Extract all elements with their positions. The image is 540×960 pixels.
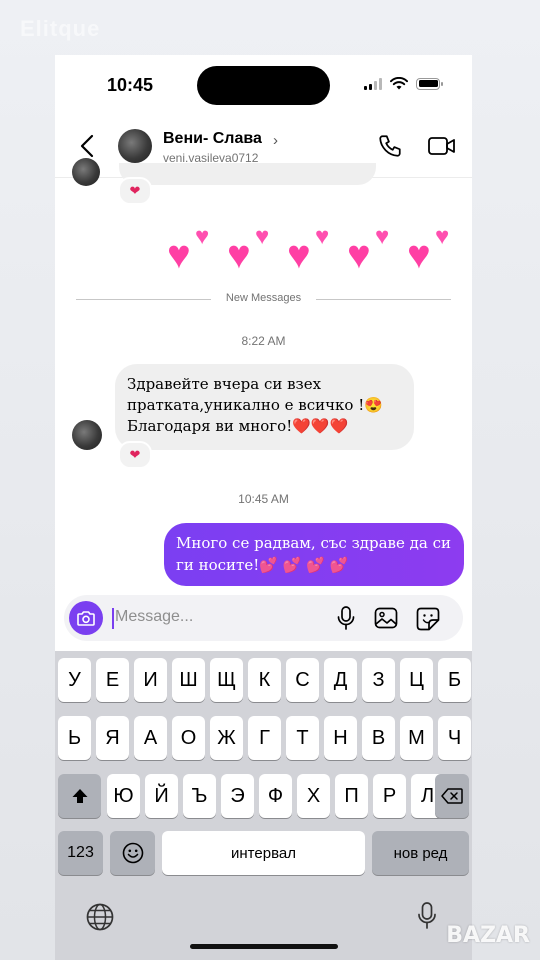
watermark-elitque: Elitque — [20, 16, 101, 41]
two-hearts-emoji: ♥ ♥ — [287, 223, 330, 277]
two-hearts-emoji: ♥ ♥ — [347, 223, 390, 277]
key-х[interactable]: Х — [297, 774, 330, 818]
key-н[interactable]: Н — [324, 716, 357, 760]
microphone-icon[interactable] — [336, 606, 356, 630]
home-indicator — [190, 944, 338, 949]
key-з[interactable]: З — [362, 658, 395, 702]
key-ю[interactable]: Ю — [107, 774, 140, 818]
key-я[interactable]: Я — [96, 716, 129, 760]
camera-button[interactable] — [69, 601, 103, 635]
key-а[interactable]: А — [134, 716, 167, 760]
wifi-icon — [390, 77, 408, 90]
sticker-icon[interactable] — [416, 607, 440, 631]
heart-reaction[interactable]: ❤ — [118, 177, 152, 205]
key-ь[interactable]: Ь — [58, 716, 91, 760]
incoming-message-bubble[interactable]: Здравейте вчера си взех пратката,уникалн… — [115, 364, 414, 450]
gallery-icon[interactable] — [374, 607, 398, 629]
key-ъ[interactable]: Ъ — [183, 774, 216, 818]
outgoing-message-bubble[interactable]: Много се радвам, със здраве да си ги нос… — [164, 523, 464, 586]
key-с[interactable]: С — [286, 658, 319, 702]
key-о[interactable]: О — [172, 716, 205, 760]
key-и[interactable]: И — [134, 658, 167, 702]
two-hearts-emoji: ♥ ♥ — [167, 223, 210, 277]
key-т[interactable]: Т — [286, 716, 319, 760]
key-р[interactable]: Р — [373, 774, 406, 818]
timestamp: 10:45 AM — [238, 492, 289, 506]
back-arrow-icon[interactable] — [77, 133, 99, 159]
watermark-bazar: BAZAR — [446, 923, 530, 948]
two-hearts-emoji: ♥ ♥ — [227, 223, 270, 277]
space-key[interactable]: интервал — [162, 831, 365, 875]
separator-line — [316, 299, 451, 300]
shift-key[interactable] — [58, 774, 101, 818]
timestamp: 8:22 AM — [241, 334, 286, 348]
key-ц[interactable]: Ц — [400, 658, 433, 702]
key-ф[interactable]: Ф — [259, 774, 292, 818]
heart-reaction[interactable]: ❤ — [118, 441, 152, 469]
key-ч[interactable]: Ч — [438, 716, 471, 760]
previous-message-avatar — [72, 158, 100, 186]
status-icons — [364, 77, 443, 90]
message-composer[interactable]: Message... — [64, 595, 463, 641]
camera-icon — [77, 611, 95, 626]
key-у[interactable]: У — [58, 658, 91, 702]
contact-avatar[interactable] — [118, 129, 152, 163]
key-д[interactable]: Д — [324, 658, 357, 702]
key-м[interactable]: М — [400, 716, 433, 760]
hearts-message[interactable]: ♥ ♥ ♥ ♥ ♥ ♥ ♥ ♥ ♥ ♥ — [167, 225, 463, 281]
globe-icon[interactable] — [85, 902, 115, 932]
emoji-key[interactable] — [110, 831, 155, 875]
key-п[interactable]: П — [335, 774, 368, 818]
phone-screen: 10:45 Вени- Слава › veni.vasileva0712 ❤ … — [55, 55, 472, 960]
previous-message-bubble[interactable] — [119, 163, 376, 185]
key-ж[interactable]: Ж — [210, 716, 243, 760]
backspace-icon — [441, 788, 463, 804]
key-г[interactable]: Г — [248, 716, 281, 760]
key-б[interactable]: Б — [438, 658, 471, 702]
phone-icon[interactable] — [377, 133, 403, 159]
video-call-icon[interactable] — [427, 135, 457, 157]
new-messages-label: New Messages — [225, 292, 302, 304]
emoji-icon — [122, 842, 143, 864]
battery-icon — [416, 77, 443, 90]
dictation-mic-icon[interactable] — [417, 901, 437, 931]
key-е[interactable]: Е — [96, 658, 129, 702]
dynamic-island — [197, 66, 330, 105]
key-в[interactable]: В — [362, 716, 395, 760]
text-cursor — [112, 608, 114, 629]
key-ш[interactable]: Ш — [172, 658, 205, 702]
shift-icon — [72, 789, 87, 803]
contact-name[interactable]: Вени- Слава — [163, 130, 262, 148]
cellular-signal-icon — [364, 77, 382, 90]
status-time: 10:45 — [107, 75, 154, 95]
return-key[interactable]: нов ред — [372, 831, 469, 875]
message-input[interactable]: Message... — [115, 608, 193, 626]
numbers-key[interactable]: 123 — [58, 831, 103, 875]
separator-line — [76, 299, 211, 300]
two-hearts-emoji: ♥ ♥ — [407, 223, 450, 277]
key-й[interactable]: Й — [145, 774, 178, 818]
chevron-right-icon[interactable]: › — [273, 132, 278, 149]
keyboard: УЕИШЩКСДЗЦБ ЬЯАОЖГТНВМЧ ЮЙЪЭФХПРЛ 123 ин… — [55, 651, 472, 960]
sender-avatar[interactable] — [72, 420, 102, 450]
key-э[interactable]: Э — [221, 774, 254, 818]
backspace-key[interactable] — [435, 774, 469, 818]
key-щ[interactable]: Щ — [210, 658, 243, 702]
key-к[interactable]: К — [248, 658, 281, 702]
